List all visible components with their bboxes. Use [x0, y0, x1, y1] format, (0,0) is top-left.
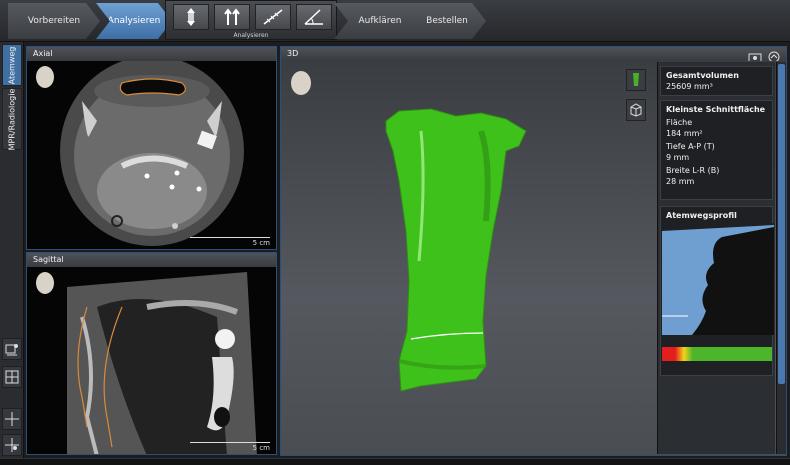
analysis-toolbar: Analysieren	[165, 0, 337, 40]
volume-title: Gesamtvolumen	[666, 71, 739, 80]
double-arrow-icon	[224, 8, 240, 25]
toolbar-label: Analysieren	[233, 32, 269, 39]
sagittal-ct-image	[27, 267, 276, 454]
airway-view-button[interactable]	[626, 69, 646, 91]
step-label: Aufklären	[358, 16, 402, 26]
workflow-bar: Vorbereiten Analysieren Analysieren Aufk…	[0, 0, 790, 42]
profile-title: Atemwegsprofil	[666, 211, 737, 220]
sagittal-panel: Sagittal 5 cm	[26, 252, 277, 455]
axial-panel: Axial 5 cm	[26, 46, 277, 250]
layout-grid-icon	[5, 370, 19, 384]
axial-title: Axial	[27, 47, 276, 61]
collapse-icon[interactable]	[768, 48, 780, 63]
width-value: 28 mm	[666, 177, 695, 186]
axial-scale-bar	[190, 237, 270, 238]
axial-ct-image	[27, 61, 276, 249]
sagittal-scale-label: 5 cm	[252, 444, 270, 452]
step-vorbereiten[interactable]: Vorbereiten	[8, 3, 100, 39]
step-analysieren[interactable]: Analysieren	[96, 3, 172, 39]
airway-icon	[633, 73, 639, 86]
angle-icon	[304, 9, 323, 25]
left-tab-bar: Atemweg MPR/Radiologie	[0, 42, 24, 465]
area-label: Fläche	[666, 118, 693, 127]
width-label: Breite L-R (B)	[666, 166, 720, 175]
ruler-icon	[263, 9, 283, 25]
volume-value: 25609 mm³	[666, 82, 713, 91]
airway-profile-box: Atemwegsprofil	[660, 206, 774, 376]
patient-icon	[5, 344, 18, 356]
depth-label: Tiefe A-P (T)	[666, 142, 715, 151]
airway-arrow-icon	[187, 8, 195, 26]
status-strip	[0, 458, 790, 465]
airway-profile-graph	[662, 223, 774, 361]
layout-button[interactable]	[2, 366, 22, 388]
sagittal-view[interactable]: 5 cm	[27, 267, 276, 454]
scroll-thumb[interactable]	[778, 64, 785, 384]
slice-button[interactable]	[2, 434, 22, 456]
airway-3d-model	[291, 71, 527, 392]
snapshot-icon[interactable]	[748, 48, 762, 63]
smallest-title: Kleinste Schnittfläche	[666, 105, 766, 114]
airway-info-panel: Gesamtvolumen 25609 mm³ Kleinste Schnitt…	[657, 62, 775, 454]
view3d-title: 3D	[281, 47, 786, 61]
step-label: Analysieren	[107, 16, 161, 26]
airway-tool-button[interactable]	[173, 4, 209, 30]
crosshair-button[interactable]	[2, 408, 22, 430]
smallest-section-box: Kleinste Schnittfläche Fläche 184 mm² Ti…	[660, 100, 773, 200]
area-value: 184 mm²	[666, 129, 703, 138]
double-arrow-tool-button[interactable]	[214, 4, 250, 30]
measure-tool-button[interactable]	[255, 4, 291, 30]
crosshair-icon	[5, 412, 19, 426]
tab-atemweg[interactable]: Atemweg	[2, 44, 22, 86]
tab-label: MPR/Radiologie	[7, 88, 17, 150]
cube-view-button[interactable]	[626, 99, 646, 121]
axial-scale-label: 5 cm	[252, 239, 270, 247]
info-scrollbar[interactable]	[776, 62, 786, 454]
tab-label: Atemweg	[7, 46, 17, 84]
cube-icon	[630, 103, 642, 117]
volume-box: Gesamtvolumen 25609 mm³	[660, 66, 773, 96]
patient-tool-button[interactable]	[2, 338, 22, 360]
depth-value: 9 mm	[666, 153, 690, 162]
step-label: Bestellen	[426, 16, 468, 26]
axial-view[interactable]: 5 cm	[27, 61, 276, 249]
sagittal-title: Sagittal	[27, 253, 276, 267]
sagittal-scale-bar	[190, 442, 270, 443]
tab-mpr-radiologie[interactable]: MPR/Radiologie	[2, 88, 22, 150]
angle-tool-button[interactable]	[296, 4, 332, 30]
step-label: Vorbereiten	[27, 16, 81, 26]
slice-icon	[5, 438, 19, 452]
